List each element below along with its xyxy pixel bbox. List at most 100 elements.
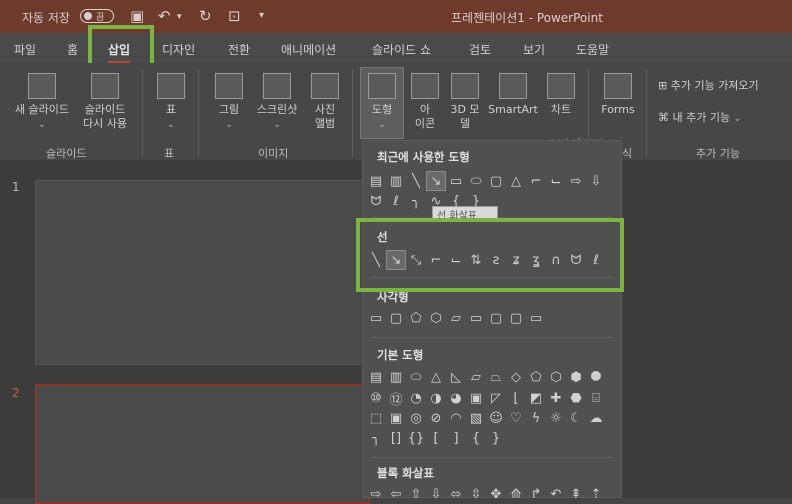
frame-shape-icon[interactable]: ▣ (467, 389, 485, 407)
triangle-shape-icon[interactable]: △ (427, 368, 445, 386)
oval-shape-icon[interactable]: ⬭ (467, 172, 485, 190)
my-addins-button[interactable]: ⌘ 내 추가 기능 ⌄ (658, 111, 741, 126)
l-shape-icon[interactable]: ⌊ (507, 389, 525, 407)
left-right-arrow-shape-icon[interactable]: ⬄ (447, 485, 465, 503)
rounded-rect-shape-icon[interactable]: ▢ (487, 172, 505, 190)
plaque-shape-icon[interactable]: ⬣ (567, 389, 585, 407)
arc-shape-icon[interactable]: ╮ (367, 429, 385, 447)
cube-shape-icon[interactable]: ⬚ (367, 409, 385, 427)
chart-button[interactable]: 차트 (540, 73, 582, 117)
3d-models-button[interactable]: 3D 모 델 (444, 73, 486, 131)
photo-album-button[interactable]: 사진 앨범 (304, 73, 346, 131)
undo-icon[interactable]: ↶ (158, 7, 171, 25)
tab-view[interactable]: 보기 (523, 41, 545, 58)
round-diagonal-rect-shape-icon[interactable]: ▭ (527, 309, 545, 327)
down-arrow-shape-icon[interactable]: ⇩ (587, 172, 605, 190)
customize-icon[interactable]: ▾ (259, 10, 264, 21)
icons-button[interactable]: 아 이콘 (406, 73, 444, 131)
right-arrow-shape-icon[interactable]: ⇨ (367, 485, 385, 503)
elbow-arrow-shape-icon[interactable]: ⌙ (547, 172, 565, 190)
left-brace-shape-icon[interactable]: { (467, 429, 485, 447)
pentagon-shape-icon[interactable]: ⬠ (527, 368, 545, 386)
right-brace-shape-icon[interactable]: } (487, 429, 505, 447)
rounded-rect-shape-icon[interactable]: ▢ (387, 309, 405, 327)
scribble-shape-icon[interactable]: ℓ (387, 192, 405, 210)
lightning-bolt-shape-icon[interactable]: ϟ (527, 409, 545, 427)
redo-icon[interactable]: ↻ (199, 7, 212, 25)
sun-shape-icon[interactable]: ☼ (547, 409, 565, 427)
half-frame-shape-icon[interactable]: ◸ (487, 389, 505, 407)
vertical-textbox-shape-icon[interactable]: ▥ (387, 368, 405, 386)
trapezoid-shape-icon[interactable]: ⏢ (487, 368, 505, 386)
autosave-toggle[interactable]: 끔 (80, 9, 114, 23)
screenshot-button[interactable]: 스크린샷 ⌄ (250, 73, 304, 132)
parallelogram-shape-icon[interactable]: ▱ (467, 368, 485, 386)
left-arrow-shape-icon[interactable]: ⇦ (387, 485, 405, 503)
up-arrow-shape-icon[interactable]: ⇧ (407, 485, 425, 503)
up-down-arrow-shape-icon[interactable]: ⇳ (467, 485, 485, 503)
table-button[interactable]: 표 ⌄ (150, 73, 192, 132)
right-bracket-shape-icon[interactable]: ] (447, 429, 465, 447)
bent-up-arrow-shape-icon[interactable]: ⇡ (587, 485, 605, 503)
left-up-arrow-shape-icon[interactable]: ⇞ (567, 485, 585, 503)
snip-round-rect-shape-icon[interactable]: ▭ (467, 309, 485, 327)
triangle-shape-icon[interactable]: △ (507, 172, 525, 190)
tab-home[interactable]: 홈 (67, 41, 78, 58)
bent-arrow-shape-icon[interactable]: ↱ (527, 485, 545, 503)
donut-shape-icon[interactable]: ◎ (407, 409, 425, 427)
line-shape-icon[interactable]: ╲ (407, 172, 425, 190)
round-same-side-rect-shape-icon[interactable]: ▢ (507, 309, 525, 327)
textbox-shape-icon[interactable]: ▤ (367, 368, 385, 386)
vertical-textbox-shape-icon[interactable]: ▥ (387, 172, 405, 190)
smiley-face-shape-icon[interactable]: ☺ (487, 409, 505, 427)
tab-help[interactable]: 도움말 (576, 41, 609, 58)
smartart-button[interactable]: SmartArt (486, 73, 540, 117)
round-corner-rect-shape-icon[interactable]: ▢ (487, 309, 505, 327)
freeform-shape-icon[interactable]: ᗢ (367, 192, 385, 210)
chord-shape-icon[interactable]: ◑ (427, 389, 445, 407)
hexagon-shape-icon[interactable]: ⬡ (547, 368, 565, 386)
decagon-shape-icon[interactable]: ⑩ (367, 389, 385, 407)
arrow-line-shape-icon[interactable]: ↘ (426, 171, 446, 191)
quad-arrow-shape-icon[interactable]: ✥ (487, 485, 505, 503)
textbox-shape-icon[interactable]: ▤ (367, 172, 385, 190)
left-bracket-shape-icon[interactable]: [ (427, 429, 445, 447)
bevel-shape-icon[interactable]: ▣ (387, 409, 405, 427)
save-icon[interactable]: ▣ (130, 7, 144, 25)
diamond-shape-icon[interactable]: ◇ (507, 368, 525, 386)
tab-file[interactable]: 파일 (14, 41, 36, 58)
octagon-shape-icon[interactable]: ⯃ (587, 368, 605, 386)
get-addins-button[interactable]: ⊞ 추가 기능 가져오기 (658, 79, 759, 93)
dodecagon-shape-icon[interactable]: ⑫ (387, 389, 405, 408)
diagonal-stripe-shape-icon[interactable]: ◩ (527, 389, 545, 407)
heptagon-shape-icon[interactable]: ⬢ (567, 368, 585, 386)
tab-design[interactable]: 디자인 (162, 41, 195, 58)
double-bracket-shape-icon[interactable]: [] (387, 429, 405, 447)
tab-transitions[interactable]: 전환 (228, 41, 250, 58)
tab-review[interactable]: 검토 (469, 41, 491, 58)
can-shape-icon[interactable]: ⌸ (587, 389, 605, 407)
rectangle-shape-icon[interactable]: ▭ (447, 172, 465, 190)
rectangle-shape-icon[interactable]: ▭ (367, 309, 385, 327)
down-arrow-shape-icon[interactable]: ⇩ (427, 485, 445, 503)
double-brace-shape-icon[interactable]: {} (407, 429, 425, 447)
snip-diagonal-rect-shape-icon[interactable]: ▱ (447, 309, 465, 327)
left-right-up-arrow-shape-icon[interactable]: ⟰ (507, 485, 525, 503)
slide-thumbnail-1[interactable] (35, 180, 370, 365)
right-triangle-shape-icon[interactable]: ◺ (447, 368, 465, 386)
no-symbol-shape-icon[interactable]: ⊘ (427, 409, 445, 427)
snip-same-side-rect-shape-icon[interactable]: ⬡ (427, 309, 445, 327)
reuse-slides-button[interactable]: 슬라이드 다시 사용 (76, 73, 134, 131)
present-icon[interactable]: ⊡ (228, 7, 241, 25)
snip-corner-rect-shape-icon[interactable]: ⬠ (407, 309, 425, 327)
new-slide-button[interactable]: 새 슬라이드 ⌄ (8, 73, 76, 132)
heart-shape-icon[interactable]: ♡ (507, 409, 525, 427)
moon-shape-icon[interactable]: ☾ (567, 409, 585, 427)
folded-corner-shape-icon[interactable]: ▧ (467, 409, 485, 427)
picture-button[interactable]: 그림 ⌄ (208, 73, 250, 132)
cloud-shape-icon[interactable]: ☁ (587, 409, 605, 427)
forms-button[interactable]: Forms (596, 73, 640, 117)
teardrop-shape-icon[interactable]: ◕ (447, 389, 465, 407)
pie-shape-icon[interactable]: ◔ (407, 389, 425, 407)
tab-animations[interactable]: 애니메이션 (281, 41, 336, 58)
